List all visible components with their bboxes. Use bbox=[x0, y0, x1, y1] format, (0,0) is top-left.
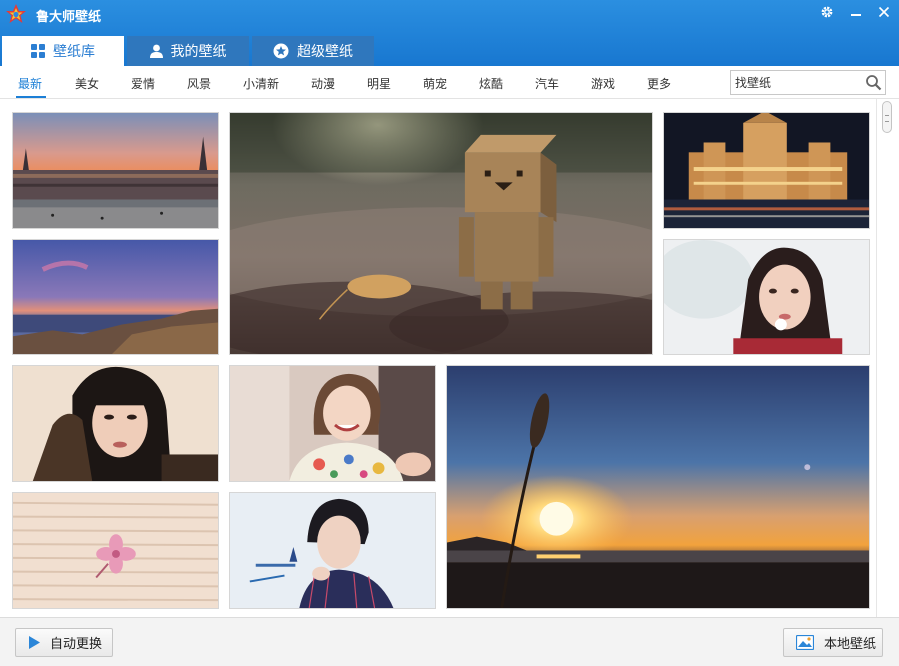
wallpaper-image bbox=[13, 366, 218, 481]
wallpaper-image bbox=[230, 113, 652, 354]
category-cool[interactable]: 炫酷 bbox=[479, 75, 503, 92]
auto-change-button[interactable]: 自动更换 bbox=[15, 628, 113, 657]
wallpaper-thumbnail[interactable] bbox=[663, 112, 870, 229]
auto-change-label: 自动更换 bbox=[50, 637, 103, 652]
close-button[interactable] bbox=[872, 2, 896, 22]
search-icon[interactable] bbox=[865, 74, 882, 91]
wallpaper-thumbnail[interactable] bbox=[229, 365, 436, 482]
settings-button[interactable] bbox=[815, 2, 839, 22]
star-logo-icon bbox=[6, 4, 26, 23]
search-input[interactable] bbox=[731, 71, 861, 94]
active-category-indicator bbox=[16, 96, 46, 98]
tab-my-wallpaper[interactable]: 我的壁纸 bbox=[127, 36, 249, 66]
category-anime[interactable]: 动漫 bbox=[311, 75, 335, 92]
star-circle-icon bbox=[273, 43, 289, 59]
title-bar: 鲁大师壁纸 壁纸库 我的壁纸 超级壁纸 bbox=[0, 0, 899, 66]
app-title: 鲁大师壁纸 bbox=[36, 10, 102, 25]
wallpaper-image bbox=[230, 366, 435, 481]
category-more[interactable]: 更多 bbox=[647, 75, 671, 92]
category-fresh[interactable]: 小清新 bbox=[243, 75, 279, 92]
wallpaper-thumbnail[interactable] bbox=[12, 239, 219, 355]
footer-bar: 自动更换 本地壁纸 bbox=[0, 617, 899, 666]
category-cars[interactable]: 汽车 bbox=[535, 75, 559, 92]
wallpaper-thumbnail[interactable] bbox=[229, 492, 436, 609]
category-games[interactable]: 游戏 bbox=[591, 75, 615, 92]
scrollbar-thumb[interactable] bbox=[882, 101, 892, 133]
grid-icon bbox=[31, 44, 45, 58]
wallpaper-image bbox=[13, 240, 218, 354]
local-wallpaper-button[interactable]: 本地壁纸 bbox=[783, 628, 883, 657]
vertical-scrollbar[interactable] bbox=[876, 99, 899, 617]
minimize-button[interactable] bbox=[844, 2, 868, 22]
wallpaper-image bbox=[447, 366, 869, 608]
category-scenery[interactable]: 风景 bbox=[187, 75, 211, 92]
category-love[interactable]: 爱情 bbox=[131, 75, 155, 92]
tab-label: 超级壁纸 bbox=[297, 44, 353, 60]
search-box bbox=[730, 70, 886, 95]
tab-super-wallpaper[interactable]: 超级壁纸 bbox=[252, 36, 374, 66]
wallpaper-thumbnail[interactable] bbox=[12, 112, 219, 229]
gear-icon bbox=[821, 6, 833, 18]
wallpaper-image bbox=[664, 113, 869, 228]
wallpaper-thumbnail[interactable] bbox=[663, 239, 870, 355]
tab-label: 我的壁纸 bbox=[170, 44, 227, 60]
category-stars[interactable]: 明星 bbox=[367, 75, 391, 92]
wallpaper-thumbnail[interactable] bbox=[12, 492, 219, 609]
wallpaper-thumbnail[interactable] bbox=[446, 365, 870, 609]
play-icon bbox=[29, 636, 40, 649]
tab-label: 壁纸库 bbox=[53, 44, 95, 60]
user-icon bbox=[149, 44, 163, 58]
wallpaper-grid bbox=[0, 99, 876, 617]
wallpaper-image bbox=[13, 493, 218, 608]
picture-icon bbox=[796, 635, 814, 650]
category-latest[interactable]: 最新 bbox=[18, 75, 42, 92]
category-beauty[interactable]: 美女 bbox=[75, 75, 99, 92]
category-pets[interactable]: 萌宠 bbox=[423, 75, 447, 92]
tab-wallpaper-library[interactable]: 壁纸库 bbox=[2, 36, 124, 66]
wallpaper-thumbnail[interactable] bbox=[12, 365, 219, 482]
minimize-icon bbox=[851, 14, 861, 16]
wallpaper-image bbox=[664, 240, 869, 354]
wallpaper-thumbnail[interactable] bbox=[229, 112, 653, 355]
close-icon bbox=[878, 6, 890, 18]
wallpaper-image bbox=[230, 493, 435, 608]
local-wallpaper-label: 本地壁纸 bbox=[824, 637, 877, 652]
wallpaper-image bbox=[13, 113, 218, 228]
